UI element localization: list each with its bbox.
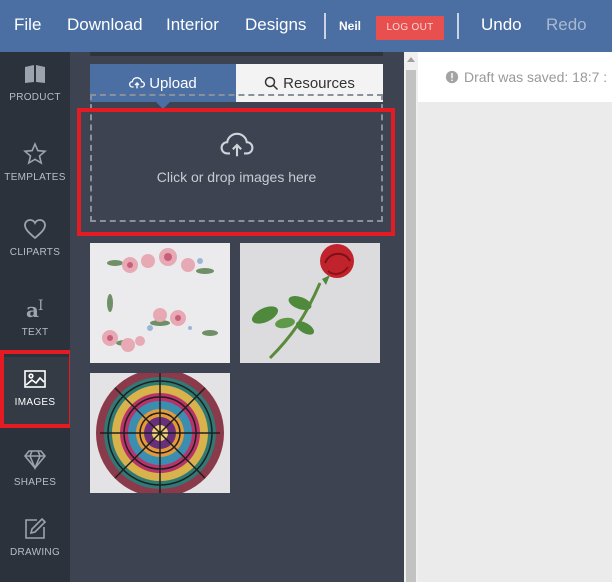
sidebar-item-drawing[interactable]: DRAWING	[0, 507, 70, 577]
diamond-icon	[23, 450, 47, 471]
sidebar-item-shapes[interactable]: SHAPES	[0, 437, 70, 507]
sidebar-item-label: TEMPLATES	[4, 172, 66, 183]
scroll-up-arrow[interactable]	[407, 57, 415, 62]
undo-button[interactable]: Undo	[481, 15, 522, 35]
mandala-image	[96, 373, 224, 493]
image-thumb-rose[interactable]	[240, 243, 380, 363]
dropzone-highlight-box	[77, 108, 395, 236]
tab-upload-label: Upload	[149, 74, 197, 92]
draft-status-text: Draft was saved: 18:7 :	[464, 69, 608, 85]
menu-download[interactable]: Download	[67, 15, 143, 35]
sidebar-item-label: SHAPES	[13, 477, 57, 488]
heart-icon	[24, 219, 46, 240]
sidebar-item-templates[interactable]: TEMPLATES	[0, 132, 70, 202]
cloud-upload-icon	[129, 76, 146, 89]
user-name: Neil	[339, 19, 362, 33]
left-sidebar: PRODUCT TEMPLATES CLIPARTS aI TEXT IMAGE…	[0, 52, 70, 582]
images-highlight-box	[0, 350, 73, 428]
menu-divider	[324, 13, 326, 39]
info-icon	[445, 70, 459, 84]
sidebar-item-product[interactable]: PRODUCT	[0, 52, 70, 122]
panel-top-edge	[90, 52, 383, 56]
menu-divider	[457, 13, 459, 39]
sidebar-item-label: PRODUCT	[9, 92, 61, 103]
sidebar-item-label: CLIPARTS	[9, 247, 61, 258]
sidebar-item-text[interactable]: aI TEXT	[0, 287, 70, 357]
logout-button[interactable]: LOG OUT	[376, 16, 444, 40]
sidebar-item-label: TEXT	[21, 327, 49, 338]
image-thumb-mandala[interactable]	[90, 373, 230, 493]
tab-resources-label: Resources	[283, 74, 355, 92]
star-icon	[23, 142, 47, 165]
book-icon	[25, 65, 45, 83]
sidebar-item-label: DRAWING	[9, 547, 61, 558]
design-canvas[interactable]	[418, 102, 612, 582]
menu-interior[interactable]: Interior	[166, 15, 219, 35]
image-thumb-flowers[interactable]	[90, 243, 230, 363]
flowers-image	[102, 248, 218, 352]
text-icon: aI	[26, 298, 44, 321]
redo-button[interactable]: Redo	[546, 15, 587, 35]
top-menu-bar: File Download Interior Designs Neil LOG …	[0, 0, 612, 52]
svg-text:I: I	[38, 298, 44, 314]
menu-file[interactable]: File	[14, 15, 41, 35]
menu-designs[interactable]: Designs	[245, 15, 306, 35]
rose-image	[251, 244, 354, 360]
draft-status: Draft was saved: 18:7 :	[445, 69, 607, 85]
pencil-icon	[25, 517, 47, 539]
sidebar-item-cliparts[interactable]: CLIPARTS	[0, 207, 70, 277]
search-icon	[264, 76, 279, 90]
scrollbar-thumb[interactable]	[406, 70, 416, 582]
